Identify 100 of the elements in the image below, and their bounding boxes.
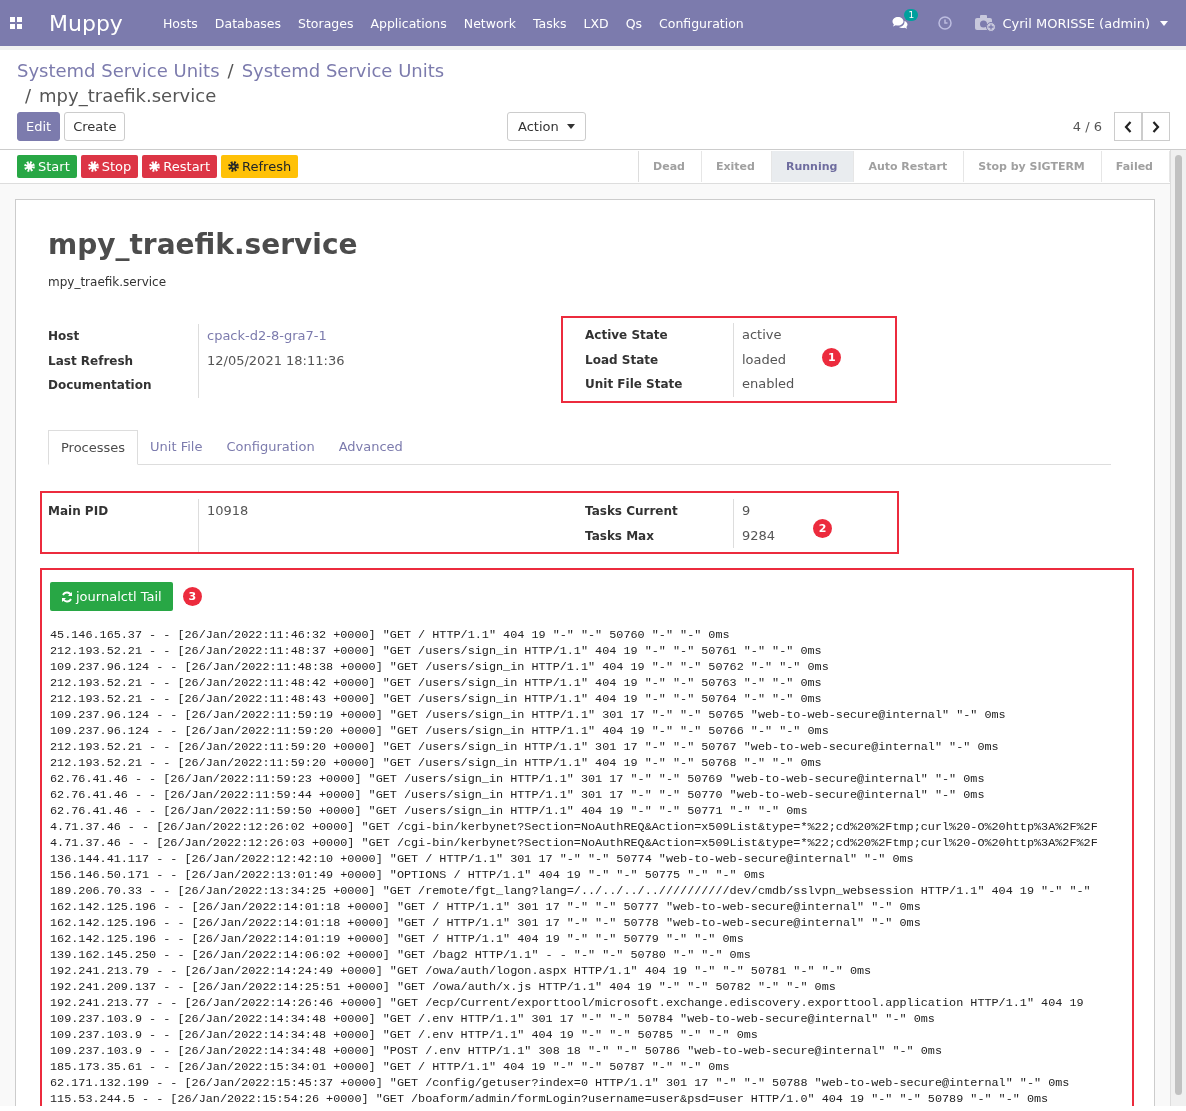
log-line: 156.146.50.171 - - [26/Jan/2022:13:01:49 +0000] "OPTIONS / HTTP/1.1" 404 19 "-" "-" 50775 "-" "-" 0ms [50,867,765,883]
field-label: Active State [585,323,734,348]
log-line: 109.237.96.124 - - [26/Jan/2022:11:59:19 +0000] "GET /users/sign_in HTTP/1.1" 301 17 "-" "-" 50765 "web-to-web-secure@internal" "-" 0ms [50,707,1006,723]
log-line: 162.142.125.196 - - [26/Jan/2022:14:01:18 +0000] "GET / HTTP/1.1" 301 17 "-" "-" 50778 "web-to-web-secure@internal" "-" 0ms [50,915,921,931]
log-line: 212.193.52.21 - - [26/Jan/2022:11:59:20 +0000] "GET /users/sign_in HTTP/1.1" 301 17 "-" "-" 50767 "web-to-web-secure@internal" "-" 0ms [50,739,999,755]
caret-icon [566,124,575,129]
log-line: 45.146.165.37 - - [26/Jan/2022:11:46:32 +0000] "GET / HTTP/1.1" 404 19 "-" "-" 50760 "-" "-" 0ms [50,627,730,643]
next-button[interactable] [1142,112,1170,141]
annotation-marker: 2 [813,519,832,538]
refresh-icon [61,590,73,603]
log-line: 109.237.96.124 - - [26/Jan/2022:11:59:20 +0000] "GET /users/sign_in HTTP/1.1" 404 19 "-" "-" 50766 "-" "-" 0ms [50,723,829,739]
menu-item[interactable]: Hosts [162,15,198,31]
log-line: 185.173.35.61 - - [26/Jan/2022:15:34:01 +0000] "GET / HTTP/1.1" 404 19 "-" "-" 50787 "-" "-" 0ms [50,1059,730,1075]
field-value: enabled [742,376,795,391]
log-line: 162.142.125.196 - - [26/Jan/2022:14:01:19 +0000] "GET / HTTP/1.1" 404 19 "-" "-" 50779 "-" "-" 0ms [50,931,744,947]
log-line: 109.237.103.9 - - [26/Jan/2022:14:34:48 +0000] "GET /.env HTTP/1.1" 404 19 "-" "-" 50785 "-" "-" 0ms [50,1027,758,1043]
menu-item[interactable]: Network [463,15,516,31]
log-line: 109.237.96.124 - - [26/Jan/2022:11:48:38 +0000] "GET /users/sign_in HTTP/1.1" 404 19 "-" "-" 50762 "-" "-" 0ms [50,659,829,675]
log-line: 109.237.103.9 - - [26/Jan/2022:14:34:48 +0000] "POST /.env HTTP/1.1" 308 18 "-" "-" 50786 "web-to-web-secure@internal" "-" 0ms [50,1043,942,1059]
menu-item[interactable]: Applications [370,15,447,31]
field-label: Last Refresh [48,348,199,373]
chevron-right-icon [1152,120,1160,133]
chevron-left-icon [1124,120,1132,133]
menu-item[interactable]: Configuration [659,15,744,31]
field-label: Load State [585,347,734,372]
log-line: 115.53.244.5 - - [26/Jan/2022:15:54:26 +0000] "GET /boaform/admin/formLogin?username=user&psd=user HTTP/1.0" 404 19 "-" "-" 50789 "-" "-" 0ms [50,1091,1049,1106]
log-line: 4.71.37.46 - - [26/Jan/2022:12:26:02 +0000] "GET /cgi-bin/kerbynet?Section=NoAuthREQ&Action=x509List&type=*%22;cd%20%2Ftmp;curl%20-O%20http%3A%2F%2F [50,819,1098,835]
log-line: 62.76.41.46 - - [26/Jan/2022:11:59:50 +0000] "GET /users/sign_in HTTP/1.1" 404 19 "-" "-" 50771 "-" "-" 0ms [50,803,808,819]
menu-item[interactable]: LXD [583,15,609,31]
action-button[interactable]: Start [17,155,77,178]
tab[interactable]: Unit File [138,430,215,464]
menu-item[interactable]: Tasks [533,15,567,31]
pager-value: 4 / 6 [1072,119,1102,134]
status-step[interactable]: Dead [639,151,702,182]
field-label: Unit File State [585,372,734,397]
annotation-marker: 3 [182,587,202,606]
action-dropdown[interactable]: Action [507,112,586,141]
tab[interactable]: Configuration [214,430,327,464]
field-label: Host [48,324,199,349]
chat-icon[interactable] [892,16,909,30]
notification-badge: 1 [904,9,919,21]
field-value: 10918 [207,503,249,518]
status-step[interactable]: Running [771,151,855,182]
host-link[interactable]: cpack-d2-8-gra7-1 [207,328,327,343]
field-value: 9 [742,503,751,518]
previous-button[interactable] [1114,112,1142,141]
action-button[interactable]: Stop [80,155,139,178]
field-value: 9284 [742,527,776,543]
status-step[interactable]: Auto Restart [854,151,965,182]
scrollbar-thumb[interactable] [1175,155,1182,1095]
field-label: Documentation [48,373,199,398]
action-button[interactable]: Restart [142,155,218,178]
user-menu[interactable]: Cyril MORISSE (admin) [1002,15,1150,31]
log-line: 62.76.41.46 - - [26/Jan/2022:11:59:44 +0000] "GET /users/sign_in HTTP/1.1" 301 17 "-" "-" 50770 "web-to-web-secure@internal" "-" 0ms [50,787,985,803]
gear-icon [149,161,161,172]
clock-icon[interactable] [938,16,953,30]
log-line: 212.193.52.21 - - [26/Jan/2022:11:48:43 +0000] "GET /users/sign_in HTTP/1.1" 404 19 "-" "-" 50764 "-" "-" 0ms [50,691,822,707]
status-step[interactable]: Exited [701,151,772,182]
create-button[interactable]: Create [64,112,126,141]
field-label: Tasks Max [585,523,734,548]
log-line: 212.193.52.21 - - [26/Jan/2022:11:59:20 +0000] "GET /users/sign_in HTTP/1.1" 404 19 "-" "-" 50768 "-" "-" 0ms [50,755,822,771]
apps-icon[interactable] [10,17,22,29]
field-label: Main PID [48,499,199,552]
caret-icon[interactable] [1160,20,1168,26]
log-line: 162.142.125.196 - - [26/Jan/2022:14:01:18 +0000] "GET / HTTP/1.1" 301 17 "-" "-" 50777 "web-to-web-secure@internal" "-" 0ms [50,899,921,915]
scrollbar[interactable] [1170,150,1186,1106]
tab[interactable]: Processes [48,430,139,465]
breadcrumb-link[interactable]: Systemd Service Units [241,60,445,81]
field-value: 12/05/2021 18:11:36 [207,352,345,368]
action-button[interactable]: Refresh [221,155,299,178]
log-line: 136.144.41.117 - - [26/Jan/2022:12:42:10 +0000] "GET / HTTP/1.1" 301 17 "-" "-" 50774 "web-to-web-secure@internal" "-" 0ms [50,851,914,867]
breadcrumb-separator: / [227,60,234,81]
log-line: 62.76.41.46 - - [26/Jan/2022:11:59:23 +0000] "GET /users/sign_in HTTP/1.1" 301 17 "-" "-" 50769 "web-to-web-secure@internal" "-" 0ms [50,771,985,787]
journal-button[interactable]: journalctl Tail [50,582,173,611]
menu-item[interactable]: Qs [625,15,642,31]
brand-logo[interactable]: Muppy [49,10,123,36]
menu-item[interactable]: Databases [214,15,281,31]
field-label: Tasks Current [585,499,734,524]
gear-icon [228,161,240,172]
status-step[interactable]: Stop by SIGTERM [964,151,1102,182]
record-subtitle: mpy_traefik.service [48,275,168,289]
edit-button[interactable]: Edit [17,112,61,141]
annotation-marker: 1 [822,348,842,367]
gear-icon [24,161,35,172]
log-line: 62.171.132.199 - - [26/Jan/2022:15:45:37 +0000] "GET /config/getuser?index=0 HTTP/1.1" 301 17 "-" "-" 50788 "web-to-web-secure@internal" "-" 0ms [50,1075,1070,1091]
log-line: 139.162.145.250 - - [26/Jan/2022:14:06:02 +0000] "GET /bag2 HTTP/1.1" - - "-" "-" 50780 "-" "-" 0ms [50,947,751,963]
tab[interactable]: Advanced [326,430,415,464]
breadcrumb-current: mpy_traefik.service [39,85,217,106]
log-line: 4.71.37.46 - - [26/Jan/2022:12:26:03 +0000] "GET /cgi-bin/kerbynet?Section=NoAuthREQ&Action=x509List&type=*%22;cd%20%2Ftmp;curl%20-O%20http%3A%2F%2F [50,835,1098,851]
gear-icon [87,161,99,172]
log-line: 192.241.213.79 - - [26/Jan/2022:14:24:49 +0000] "GET /owa/auth/logon.aspx HTTP/1.1" 404 19 "-" "-" 50781 "-" "-" 0ms [50,963,872,979]
log-line: 192.241.209.137 - - [26/Jan/2022:14:25:51 +0000] "GET /owa/auth/x.js HTTP/1.1" 404 19 "-" "-" 50782 "-" "-" 0ms [50,979,836,995]
breadcrumb-link[interactable]: Systemd Service Units [17,60,220,81]
log-line: 109.237.103.9 - - [26/Jan/2022:14:34:48 +0000] "GET /.env HTTP/1.1" 301 17 "-" "-" 50784 "web-to-web-secure@internal" "-" 0ms [50,1011,935,1027]
log-line: 192.241.213.77 - - [26/Jan/2022:14:26:46 +0000] "GET /ecp/Current/exporttool/microsoft.exchange.ediscovery.exporttool.application HTTP/1.1" 404 19 [50,995,1084,1011]
avatar-icon[interactable] [974,14,997,32]
log-line: 212.193.52.21 - - [26/Jan/2022:11:48:37 +0000] "GET /users/sign_in HTTP/1.1" 404 19 "-" "-" 50761 "-" "-" 0ms [50,643,822,659]
log-line: 189.206.70.33 - - [26/Jan/2022:13:34:25 +0000] "GET /remote/fgt_lang?lang=/../../../..//////////dev/cmdb/sslvpn_websession HTTP/1.1" 404 19 "-" "-" [50,883,1091,899]
field-value: loaded [742,351,787,367]
menu-item[interactable]: Storages [298,15,354,31]
